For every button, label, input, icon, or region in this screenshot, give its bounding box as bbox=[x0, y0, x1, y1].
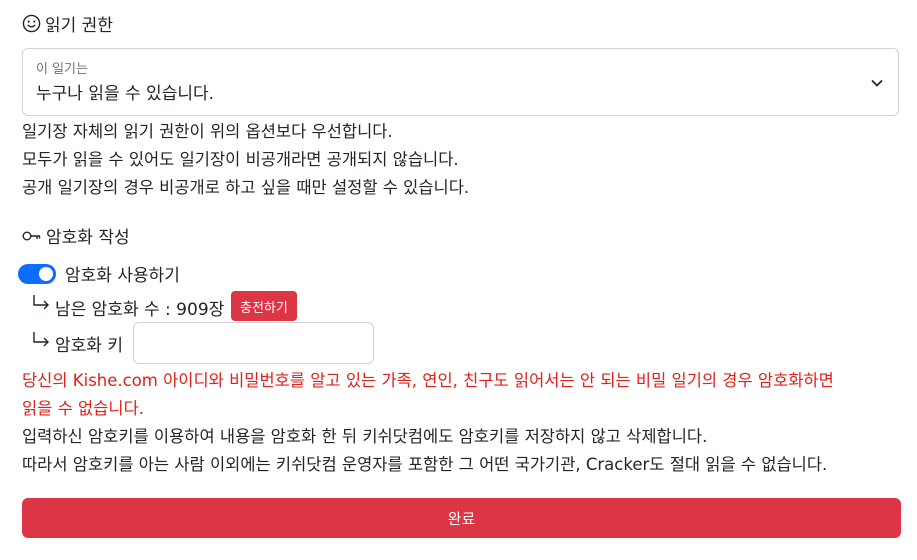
encryption-key-input[interactable] bbox=[133, 322, 374, 364]
charge-button[interactable]: 충전하기 bbox=[231, 291, 297, 321]
warning-line: 읽을 수 없습니다. bbox=[22, 399, 144, 418]
smile-icon bbox=[22, 14, 41, 33]
return-arrow-icon bbox=[31, 294, 51, 316]
toggle-knob bbox=[39, 267, 53, 281]
submit-button[interactable]: 완료 bbox=[22, 498, 901, 538]
key-icon bbox=[22, 229, 42, 243]
encryption-title: 암호화 작성 bbox=[46, 228, 130, 248]
read-permission-title: 읽기 권한 bbox=[45, 16, 113, 36]
read-permission-notes: 일기장 자체의 읽기 권한이 위의 옵션보다 우선합니다. 모두가 읽을 수 있… bbox=[22, 118, 469, 202]
read-permission-header: 읽기 권한 bbox=[22, 11, 113, 36]
note-line: 일기장 자체의 읽기 권한이 위의 옵션보다 우선합니다. bbox=[22, 122, 393, 141]
encryption-header: 암호화 작성 bbox=[22, 223, 130, 248]
info-line: 따라서 암호키를 아는 사람 이외에는 키쉬닷컴 운영자를 포함한 그 어떤 국… bbox=[22, 455, 828, 474]
return-arrow-icon bbox=[31, 331, 51, 353]
encryption-toggle-label: 암호화 사용하기 bbox=[65, 266, 180, 286]
select-value: 누구나 읽을 수 있습니다. bbox=[36, 84, 215, 104]
chevron-down-icon bbox=[870, 75, 884, 94]
note-line: 공개 일기장의 경우 비공개로 하고 싶을 때만 설정할 수 있습니다. bbox=[22, 178, 470, 197]
remaining-count: 남은 암호화 수 : 909장 bbox=[55, 300, 225, 320]
read-permission-select[interactable]: 이 일기는 누구나 읽을 수 있습니다. bbox=[22, 48, 899, 116]
encryption-info: 입력하신 암호키를 이용하여 내용을 암호화 한 뒤 키쉬닷컴에도 암호키를 저… bbox=[22, 423, 827, 479]
info-line: 입력하신 암호키를 이용하여 내용을 암호화 한 뒤 키쉬닷컴에도 암호키를 저… bbox=[22, 427, 708, 446]
encryption-warning: 당신의 Kishe.com 아이디와 비밀번호를 알고 있는 가족, 연인, 친… bbox=[22, 367, 834, 423]
encryption-toggle[interactable] bbox=[18, 264, 56, 284]
select-label: 이 일기는 bbox=[36, 62, 88, 77]
warning-line: 당신의 Kishe.com 아이디와 비밀번호를 알고 있는 가족, 연인, 친… bbox=[22, 371, 834, 390]
encryption-key-label: 암호화 키 bbox=[55, 336, 123, 356]
note-line: 모두가 읽을 수 있어도 일기장이 비공개라면 공개되지 않습니다. bbox=[22, 150, 459, 169]
